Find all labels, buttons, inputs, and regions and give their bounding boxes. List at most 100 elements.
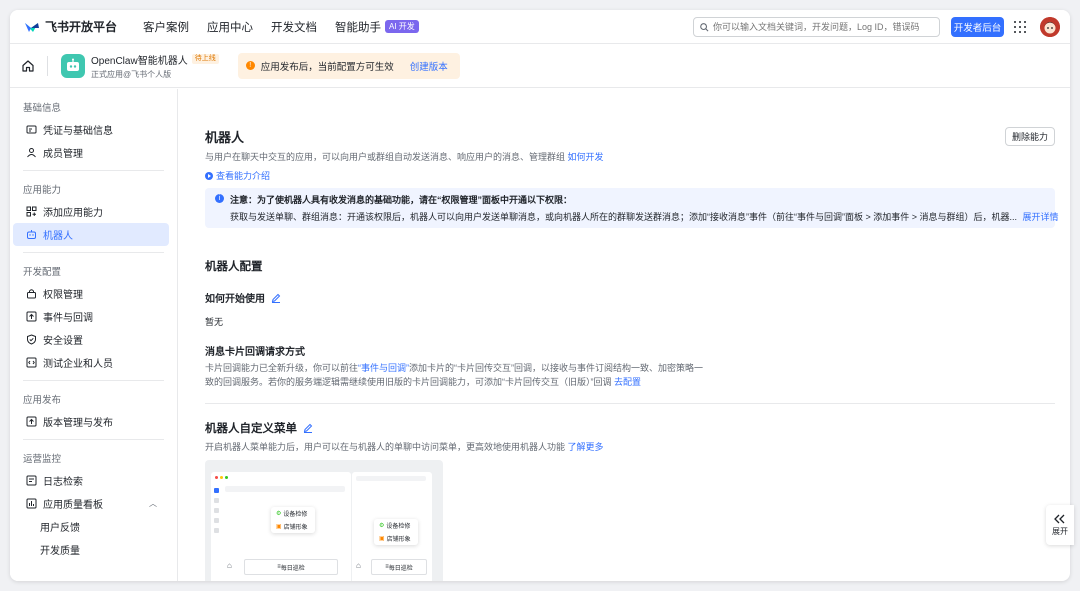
how-to-start-heading: 如何开始使用	[205, 290, 281, 305]
preview-menu-item: ⚙ 设备检修	[379, 523, 411, 530]
search-input[interactable]	[713, 22, 933, 32]
brand-name: 飞书开放平台	[45, 20, 118, 34]
sidebar-item-label: 日志检索	[43, 477, 83, 488]
sidebar-item-security[interactable]: 安全设置	[13, 328, 169, 351]
nav-app-center[interactable]: 应用中心	[207, 19, 253, 35]
dashboard-icon	[26, 498, 37, 509]
sidebar-item-add-capability[interactable]: 添加应用能力	[13, 200, 169, 223]
sidebar-group-capability: 应用能力	[23, 184, 62, 196]
preview-mobile-robot-icon: ⌂	[356, 561, 361, 570]
how-to-develop-link[interactable]: 如何开发	[568, 152, 604, 162]
ai-badge: AI 开发	[385, 20, 419, 33]
app-window: 飞书开放平台 客户案例 应用中心 开发文档 智能助手AI 开发 开发者后台	[10, 10, 1070, 581]
sidebar-group-dev-config: 开发配置	[23, 266, 62, 278]
custom-menu-desc: 开启机器人菜单能力后，用户可以在与机器人的单聊中访问菜单，更高效地使用机器人功能…	[205, 440, 604, 454]
permission-alert: i 注意：为了使机器人具有收发消息的基础功能，请在“权限管理”面板中开通以下权限…	[205, 188, 1059, 228]
sidebar-group-basic: 基础信息	[23, 102, 62, 114]
expand-panel-button[interactable]: 展开	[1046, 505, 1074, 545]
sidebar-group-monitoring: 运营监控	[23, 453, 62, 465]
nav-ai-assistant-label: 智能助手	[335, 21, 382, 34]
log-icon	[26, 475, 37, 486]
go-configure-link[interactable]: 去配置	[614, 377, 641, 387]
card-callback-desc: 卡片回调能力已全新升级，你可以前往“事件与回调”添加卡片的“卡片回传交互”回调，…	[205, 361, 705, 389]
capability-intro-link[interactable]: 查看能力介绍	[205, 169, 270, 182]
preview-mobile-header	[356, 476, 426, 481]
edit-icon[interactable]	[271, 293, 281, 303]
card-callback-heading: 消息卡片回调请求方式	[205, 347, 305, 358]
sidebar-item-label: 权限管理	[43, 290, 83, 301]
preview-menu-item-label: 设备检修	[283, 512, 308, 518]
custom-menu-title: 机器人自定义菜单	[205, 423, 297, 435]
version-icon	[26, 416, 37, 427]
window-dots	[215, 476, 228, 479]
sidebar-item-label: 机器人	[43, 231, 73, 242]
sidebar-item-logs[interactable]: 日志检索	[13, 469, 169, 492]
sidebar-divider	[23, 252, 164, 253]
sidebar-item-test-tenants[interactable]: 测试企业和人员	[13, 351, 169, 374]
edit-icon[interactable]	[303, 423, 313, 433]
chevron-up-icon[interactable]: ︿	[149, 498, 157, 509]
sidebar-item-quality-dashboard[interactable]: 应用质量看板 ︿	[13, 492, 169, 515]
home-icon[interactable]	[21, 59, 35, 73]
sidebar-item-label: 应用质量看板	[43, 500, 103, 511]
sidebar-item-label: 成员管理	[43, 149, 83, 160]
sidebar-group-release: 应用发布	[23, 394, 62, 406]
sidebar-item-permissions[interactable]: 权限管理	[13, 282, 169, 305]
preview-mobile-menu-bar-label: 每日巡检	[388, 565, 413, 572]
create-version-link[interactable]: 创建版本	[410, 59, 448, 73]
preview-menu-item: ▣ 店铺形象	[276, 524, 308, 531]
nav-dev-docs[interactable]: 开发文档	[271, 19, 317, 35]
sidebar-divider	[23, 439, 164, 440]
nav-ai-assistant[interactable]: 智能助手 AI 开发	[335, 19, 419, 35]
sidebar-item-events[interactable]: 事件与回调	[13, 305, 169, 328]
add-capability-icon	[26, 206, 37, 217]
page-description-text: 与用户在聊天中交互的应用，可以向用户或群组自动发送消息、响应用户的消息、管理群组	[205, 152, 566, 162]
top-navigation: 飞书开放平台 客户案例 应用中心 开发文档 智能助手AI 开发 开发者后台	[10, 10, 1070, 44]
sidebar-subitem-user-feedback[interactable]: 用户反馈	[10, 515, 177, 538]
no-content-text: 暂无	[205, 317, 224, 327]
search-box[interactable]	[693, 17, 940, 37]
sidebar-item-label: 凭证与基础信息	[43, 126, 113, 137]
credential-icon	[26, 124, 37, 135]
alert-body: 获取与发送单聊、群组消息：开通该权限后，机器人可以向用户发送单聊消息，或向机器人…	[230, 210, 1059, 223]
sidebar-item-credentials[interactable]: 凭证与基础信息	[13, 118, 169, 141]
app-info[interactable]: OpenClaw智能机器人 待上线 正式应用@飞书个人版	[91, 52, 219, 80]
app-subtitle: 正式应用@飞书个人版	[91, 69, 172, 79]
test-icon	[26, 357, 37, 368]
delete-capability-button[interactable]: 删除能力	[1005, 127, 1055, 146]
play-icon	[205, 171, 213, 180]
nav-customer-cases[interactable]: 客户案例	[143, 19, 189, 35]
dev-console-button[interactable]: 开发者后台	[951, 17, 1004, 37]
preview-menu-bar-label: 每日巡检	[280, 565, 305, 572]
main-nav: 客户案例 应用中心 开发文档 智能助手 AI 开发	[143, 19, 437, 35]
capability-intro-label: 查看能力介绍	[216, 171, 271, 181]
events-callbacks-link[interactable]: “事件与回调”	[358, 363, 409, 373]
header-divider	[47, 55, 48, 76]
menu-preview-image: ⚙ 设备检修 ▣ 店铺形象 ⌂ ≡ 每日巡检 ⚙ 设备检修 ▣ 店铺形象 ⌂ ≡ 每日巡…	[205, 460, 443, 581]
search-icon	[700, 22, 709, 31]
user-avatar[interactable]	[1040, 17, 1060, 37]
sidebar: 基础信息 凭证与基础信息 成员管理 应用能力 添加应用能力 机器人 开发配置 权…	[10, 89, 178, 581]
brand-logo[interactable]: 飞书开放平台	[24, 18, 117, 35]
preview-menu-item: ▣ 店铺形象	[379, 536, 411, 543]
preview-menu-item-label: 店铺形象	[283, 525, 308, 531]
info-icon: i	[215, 194, 224, 203]
expand-details-link[interactable]: 展开详情	[1023, 212, 1059, 222]
sidebar-item-robot[interactable]: 机器人	[13, 223, 169, 246]
alert-title: 注意：为了使机器人具有收发消息的基础功能，请在“权限管理”面板中开通以下权限：	[230, 195, 573, 205]
sidebar-divider	[23, 380, 164, 381]
alert-body-text: 获取与发送单聊、群组消息：开通该权限后，机器人可以向用户发送单聊消息，或向机器人…	[230, 212, 1018, 222]
apps-grid-icon[interactable]	[1014, 21, 1026, 33]
sidebar-subitem-dev-quality[interactable]: 开发质量	[10, 538, 177, 561]
app-header: OpenClaw智能机器人 待上线 正式应用@飞书个人版 ! 应用发布后，当前配…	[10, 44, 1070, 88]
how-to-start-label: 如何开始使用	[205, 294, 265, 305]
member-icon	[26, 147, 37, 158]
permission-icon	[26, 288, 37, 299]
learn-more-link[interactable]: 了解更多	[568, 442, 604, 452]
preview-menu-item: ⚙ 设备检修	[276, 511, 308, 518]
preview-sidebar	[213, 486, 221, 566]
card-desc-text-1a: 卡片回调能力已全新升级，你可以前往	[205, 363, 359, 373]
card-desc-text-1b: 添加卡片的“卡片回传交互”回调，以接收与事件订阅结构一致、加密策略一	[409, 363, 704, 373]
sidebar-item-members[interactable]: 成员管理	[13, 141, 169, 164]
sidebar-item-versions[interactable]: 版本管理与发布	[13, 410, 169, 433]
